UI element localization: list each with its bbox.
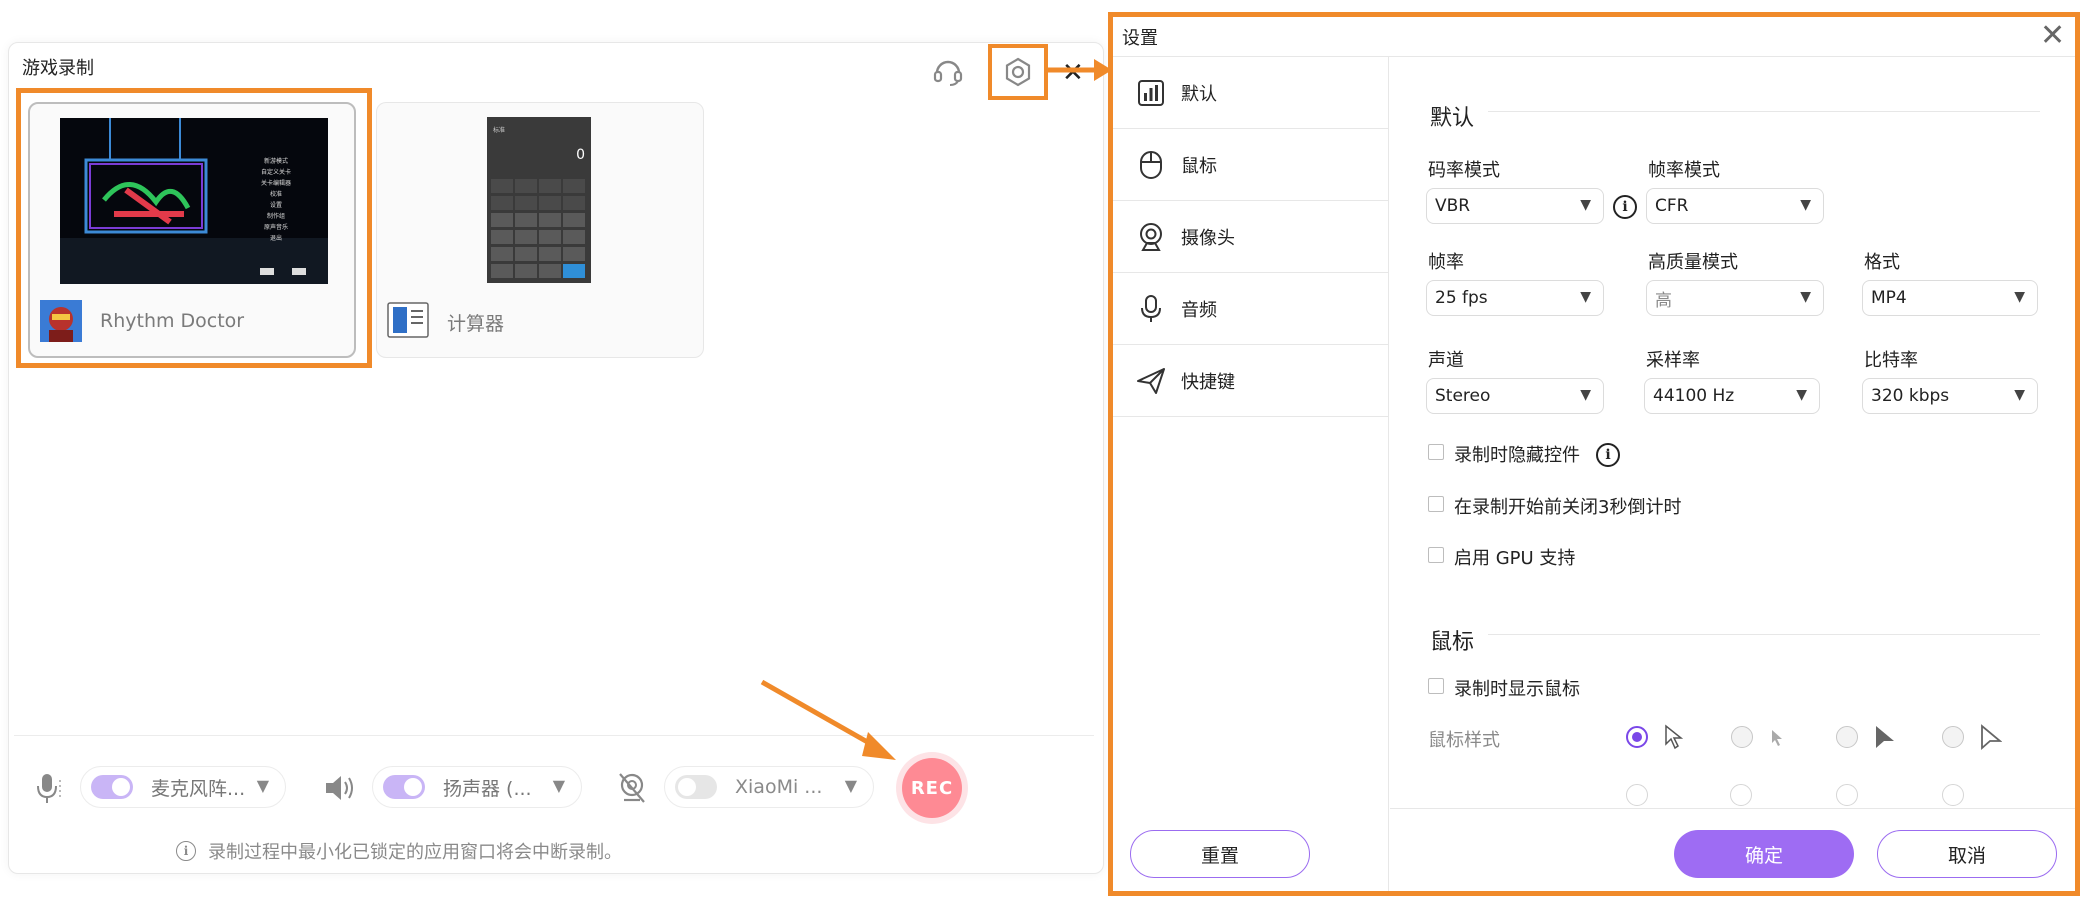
- bitrate-mode-label: 码率模式: [1428, 160, 1500, 181]
- framerate-mode-label: 帧率模式: [1648, 160, 1720, 181]
- quality-mode-select[interactable]: 高 ▼: [1646, 280, 1824, 316]
- annotation-arrow-rec: [760, 679, 896, 760]
- format-select[interactable]: MP4 ▼: [1862, 280, 2038, 316]
- cursor-style-radio-2[interactable]: [1731, 726, 1753, 748]
- gpu-support-label: 启用 GPU 支持: [1454, 548, 1576, 569]
- speaker-toggle[interactable]: [383, 775, 425, 799]
- rhythm-doctor-app-icon: [40, 300, 82, 342]
- ok-button[interactable]: 确定: [1674, 830, 1854, 878]
- divider: [1488, 111, 2040, 112]
- hide-controls-checkbox[interactable]: [1428, 444, 1444, 460]
- app-card-rhythm-doctor[interactable]: 新游模式 自定义关卡 关卡编辑器 校准 设置 制作组 原声音乐 退出 Rhyth…: [28, 102, 356, 358]
- divider: [1488, 634, 2040, 635]
- settings-nav: 默认 鼠标 摄像头 音频 快捷键: [1113, 57, 1389, 891]
- nav-item-webcam[interactable]: 摄像头: [1113, 201, 1389, 273]
- cursor-small-arrow-icon: [1772, 730, 1782, 746]
- channel-label: 声道: [1428, 350, 1464, 371]
- chevron-down-icon: ▼: [844, 776, 857, 795]
- bitrate-select[interactable]: 320 kbps ▼: [1862, 378, 2038, 414]
- webcam-icon: [1135, 221, 1167, 253]
- section-title-mouse: 鼠标: [1430, 630, 1475, 655]
- rhythm-doctor-thumbnail: 新游模式 自定义关卡 关卡编辑器 校准 设置 制作组 原声音乐 退出: [60, 118, 328, 284]
- cursor-style-radio-1[interactable]: [1626, 726, 1648, 748]
- microphone-icon[interactable]: [30, 770, 66, 806]
- app-card-calculator[interactable]: 标准 0 计算器: [376, 102, 704, 358]
- camera-off-icon[interactable]: [614, 770, 650, 806]
- chevron-down-icon: ▼: [552, 776, 565, 795]
- cursor-outline-arrow-icon: [1981, 724, 2002, 750]
- headset-icon[interactable]: [930, 53, 966, 89]
- divider: [1390, 808, 2075, 809]
- chevron-down-icon: ▼: [256, 776, 269, 795]
- quality-mode-label: 高质量模式: [1648, 252, 1738, 273]
- info-message: i 录制过程中最小化已锁定的应用窗口将会中断录制。: [176, 838, 622, 864]
- speaker-selector[interactable]: 扬声器 (... ▼: [372, 766, 582, 808]
- settings-gear-button[interactable]: [988, 44, 1048, 100]
- info-icon[interactable]: i: [1613, 195, 1637, 219]
- window-title: 游戏录制: [22, 58, 94, 79]
- speaker-icon[interactable]: [322, 770, 358, 806]
- reset-button[interactable]: 重置: [1130, 830, 1310, 878]
- thumb-menu: 新游模式 自定义关卡 关卡编辑器 校准 设置 制作组 原声音乐 退出: [260, 158, 291, 242]
- sample-rate-label: 采样率: [1646, 350, 1700, 371]
- annotation-arrow-right: [1048, 59, 1112, 81]
- nav-item-audio[interactable]: 音频: [1113, 273, 1389, 345]
- close-countdown-checkbox[interactable]: [1428, 496, 1444, 512]
- nav-item-shortcuts[interactable]: 快捷键: [1113, 345, 1389, 417]
- microphone-icon: [1135, 293, 1167, 325]
- nav-item-mouse[interactable]: 鼠标: [1113, 129, 1389, 201]
- chevron-down-icon: ▼: [1580, 289, 1591, 305]
- microphone-selector[interactable]: 麦克风阵... ▼: [80, 766, 286, 808]
- paper-plane-icon: [1135, 365, 1167, 397]
- microphone-toggle[interactable]: [91, 775, 133, 799]
- rec-button[interactable]: REC: [896, 752, 968, 824]
- framerate-label: 帧率: [1428, 252, 1464, 273]
- chevron-down-icon: ▼: [1800, 197, 1811, 213]
- cursor-arrow-icon: [1665, 724, 1684, 750]
- cursor-large-arrow-icon: [1876, 726, 1894, 748]
- cursor-style-radio-3[interactable]: [1836, 726, 1858, 748]
- cursor-style-radio-4[interactable]: [1942, 726, 1964, 748]
- app-name: Rhythm Doctor: [100, 310, 245, 332]
- divider: [14, 735, 1094, 736]
- mouse-icon: [1135, 149, 1167, 181]
- show-cursor-checkbox[interactable]: [1428, 678, 1444, 694]
- framerate-select[interactable]: 25 fps ▼: [1426, 280, 1604, 316]
- clipped-row: [1390, 780, 2075, 808]
- hide-controls-label: 录制时隐藏控件: [1454, 445, 1580, 466]
- channel-select[interactable]: Stereo ▼: [1426, 378, 1604, 414]
- sample-rate-select[interactable]: 44100 Hz ▼: [1644, 378, 1820, 414]
- chevron-down-icon: ▼: [2014, 289, 2025, 305]
- bitrate-label: 比特率: [1864, 350, 1918, 371]
- info-icon: i: [176, 841, 196, 861]
- nav-item-default[interactable]: 默认: [1113, 57, 1389, 129]
- chevron-down-icon: ▼: [1796, 387, 1807, 403]
- cursor-style-label: 鼠标样式: [1428, 730, 1500, 751]
- calculator-app-icon: [387, 299, 429, 341]
- calculator-thumbnail: 标准 0: [487, 117, 591, 283]
- show-cursor-label: 录制时显示鼠标: [1454, 679, 1580, 700]
- close-icon[interactable]: ✕: [2040, 18, 2065, 53]
- format-label: 格式: [1864, 252, 1900, 273]
- app-name: 计算器: [447, 313, 505, 335]
- close-countdown-label: 在录制开始前关闭3秒倒计时: [1454, 497, 1682, 518]
- cancel-button[interactable]: 取消: [1877, 830, 2057, 878]
- framerate-mode-select[interactable]: CFR ▼: [1646, 188, 1824, 224]
- chevron-down-icon: ▼: [1580, 197, 1591, 213]
- chevron-down-icon: ▼: [1580, 387, 1591, 403]
- gpu-support-checkbox[interactable]: [1428, 547, 1444, 563]
- bar-chart-icon: [1135, 77, 1167, 109]
- chevron-down-icon: ▼: [2014, 387, 2025, 403]
- chevron-down-icon: ▼: [1800, 289, 1811, 305]
- dialog-title: 设置: [1122, 28, 1158, 49]
- camera-toggle[interactable]: [675, 775, 717, 799]
- gear-icon: [1005, 57, 1031, 87]
- info-icon[interactable]: i: [1596, 443, 1620, 467]
- bitrate-mode-select[interactable]: VBR ▼: [1426, 188, 1604, 224]
- camera-selector[interactable]: XiaoMi ... ▼: [664, 766, 874, 808]
- section-title-default: 默认: [1430, 106, 1475, 131]
